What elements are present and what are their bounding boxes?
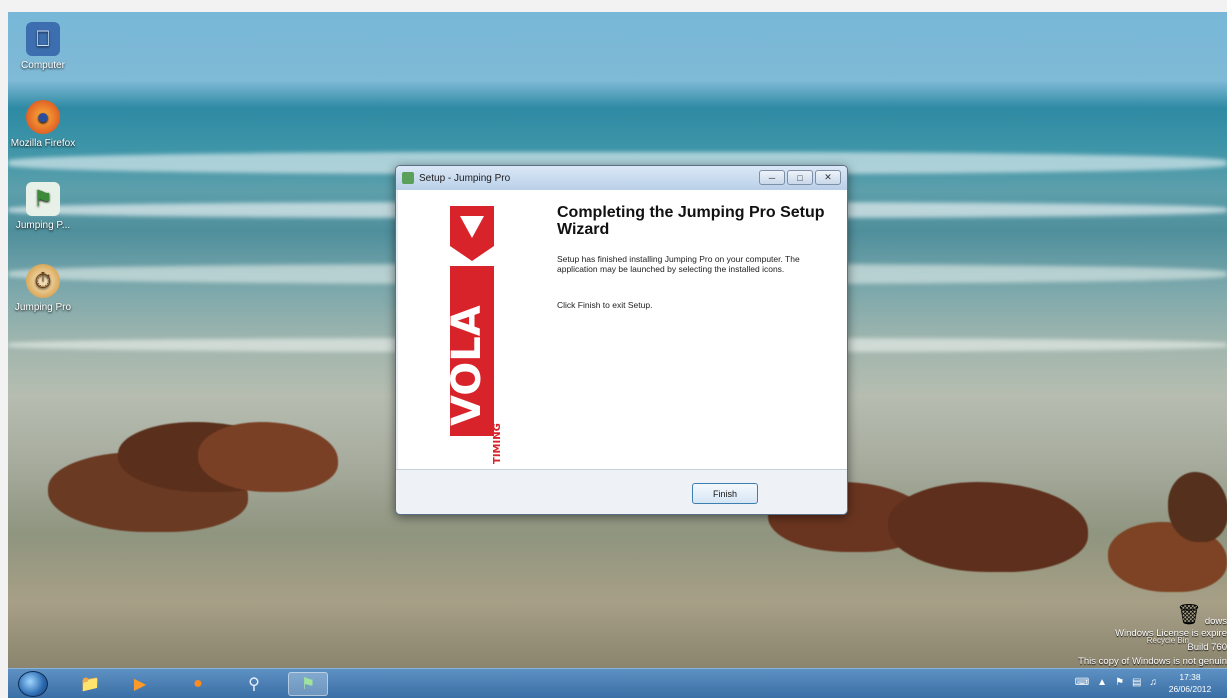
minimize-button[interactable]: ─	[759, 170, 785, 185]
keyboard-icon[interactable]: ⌨	[1075, 677, 1089, 688]
maximize-icon: □	[797, 172, 803, 183]
setup-app-icon	[402, 172, 414, 184]
computer-icon: ⎕	[26, 22, 60, 56]
dialog-content: VOLA TIMING Completing the Jumping Pro S…	[398, 190, 847, 471]
firefox-icon: ●	[26, 100, 60, 134]
vola-timing-logo: VOLA TIMING	[444, 206, 502, 464]
desktop-icon-jumping-shortcut[interactable]: ⚑ Jumping P...	[8, 182, 78, 231]
close-icon: ✕	[824, 172, 832, 182]
dialog-titlebar[interactable]: Setup - Jumping Pro ─ □ ✕	[396, 166, 847, 190]
wizard-sidebar: VOLA TIMING	[398, 190, 539, 471]
maximize-button[interactable]: □	[787, 170, 813, 185]
taskbar-firefox[interactable]: ●	[178, 672, 218, 696]
start-button[interactable]	[18, 671, 48, 697]
show-hidden-icons-icon[interactable]: ▲	[1097, 677, 1107, 688]
taskbar-explorer[interactable]: 📁	[70, 672, 110, 696]
watermark-fragment: dows	[1204, 616, 1227, 627]
media-player-icon: ▶	[133, 676, 147, 693]
taskbar-search[interactable]: ⚲	[234, 672, 274, 696]
network-icon[interactable]: ▤	[1132, 677, 1141, 688]
taskbar-jumping-pro[interactable]: ⚑	[288, 672, 328, 696]
wizard-heading: Completing the Jumping Pro Setup Wizard	[557, 204, 825, 238]
taskbar: 📁 ▶ ● ⚲ ⚑ ⌨ ▲ ⚑ ▤ ♫ 17:38 26/06/2012	[8, 668, 1227, 698]
photo-frame: ⎕ Computer ● Mozilla Firefox ⚑ Jumping P…	[0, 0, 1227, 698]
wizard-instruction: Click Finish to exit Setup.	[557, 300, 653, 310]
clock-date: 26/06/2012	[1168, 684, 1212, 694]
jumping-pro-icon: ⏱	[26, 264, 60, 298]
search-icon: ⚲	[248, 676, 260, 693]
desktop-icon-label: Jumping P...	[15, 220, 71, 231]
clock-time: 17:38	[1179, 672, 1201, 682]
wizard-message: Setup has finished installing Jumping Pr…	[557, 254, 800, 274]
volume-icon[interactable]: ♫	[1150, 677, 1158, 688]
logo-text: VOLA	[444, 305, 490, 426]
firefox-icon: ●	[193, 675, 203, 692]
desktop-icon-label: Jumping Pro	[14, 302, 72, 313]
minimize-icon: ─	[768, 172, 776, 183]
windows-explorer-icon: 📁	[80, 676, 100, 693]
action-center-icon[interactable]: ⚑	[1115, 677, 1124, 688]
recycle-bin-label: Recycle Bin	[1146, 636, 1189, 645]
system-tray: ⌨ ▲ ⚑ ▤ ♫	[1075, 677, 1157, 688]
desktop-icon-computer[interactable]: ⎕ Computer	[8, 22, 78, 71]
dialog-footer: Finish	[396, 469, 847, 514]
desktop-icon-label: Computer	[21, 60, 65, 71]
close-button[interactable]: ✕	[815, 170, 841, 185]
desktop-icon-jumping-pro[interactable]: ⏱ Jumping Pro	[8, 264, 78, 313]
watermark-build: Build 760	[1187, 642, 1227, 653]
logo-subtext: TIMING	[492, 423, 502, 464]
setup-dialog: Setup - Jumping Pro ─ □ ✕ VOLA TIMING Co…	[395, 165, 848, 515]
taskbar-clock[interactable]: 17:38 26/06/2012	[1161, 671, 1219, 695]
desktop-icon-firefox[interactable]: ● Mozilla Firefox	[8, 100, 78, 149]
taskbar-media-player[interactable]: ▶	[120, 672, 160, 696]
dialog-title: Setup - Jumping Pro	[419, 172, 511, 184]
watermark-genuine: This copy of Windows is not genuin	[1078, 656, 1227, 667]
finish-button[interactable]: Finish	[692, 483, 758, 504]
desktop-icon-label: Mozilla Firefox	[10, 138, 76, 149]
jumping-pro-shortcut-icon: ⚑	[26, 182, 60, 216]
jumping-pro-icon: ⚑	[300, 676, 316, 693]
